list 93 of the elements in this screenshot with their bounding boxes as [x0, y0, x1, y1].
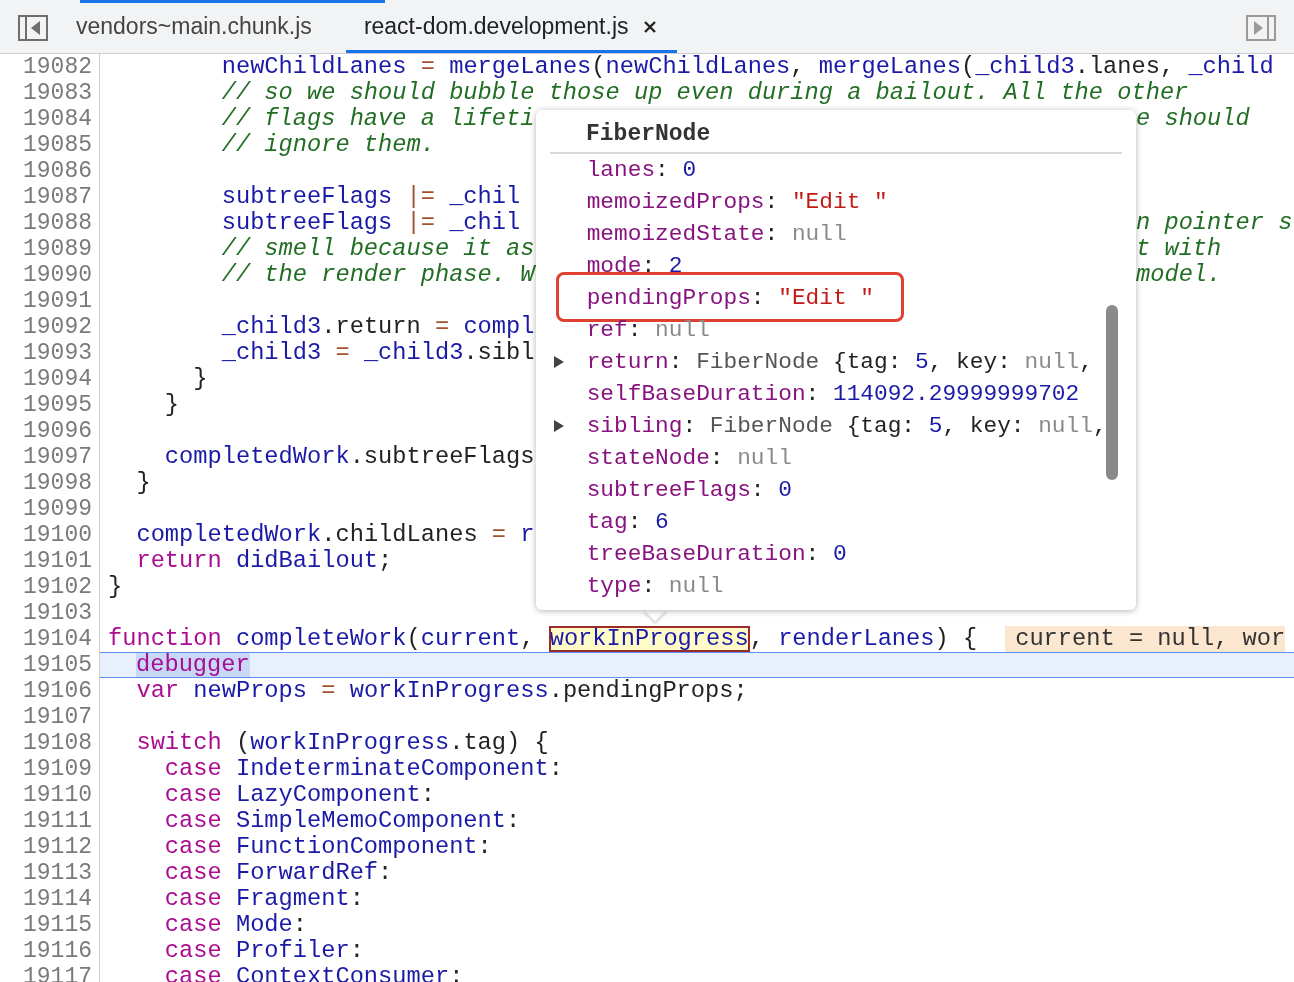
- property-text: selfBaseDuration: 114092.29999999702: [586, 381, 1080, 407]
- line-number: 19102: [0, 574, 100, 600]
- property-text: memoizedProps: "Edit ": [586, 189, 888, 215]
- property-text: memoizedState: null: [586, 221, 847, 247]
- property-text: tag: 6: [586, 509, 669, 535]
- line-number: 19097: [0, 444, 100, 470]
- code-text: function completeWork(current,: [108, 626, 536, 652]
- line-number: 19111: [0, 808, 100, 834]
- property-text: pendingProps: "Edit ": [586, 285, 874, 311]
- code-text: subtreeFlags |= _chil: [220, 210, 521, 236]
- code-text: t with: [1136, 236, 1222, 262]
- code-text: }: [135, 470, 151, 496]
- line-number: 19099: [0, 496, 100, 522]
- code-text: // smell because it as: [220, 236, 535, 262]
- line-number: 19112: [0, 834, 100, 860]
- line-number: 19109: [0, 756, 100, 782]
- file-tab[interactable]: vendors~main.chunk.js: [58, 3, 332, 53]
- code-text: newChildLanes = mergeLanes(newChildLanes, mergeLanes(_child3.lanes, _child: [220, 54, 1274, 80]
- code-text: var newProps = workInProgress.pendingProps;: [135, 678, 748, 704]
- code-text: completedWork.childLanes = r: [135, 522, 535, 548]
- line-number: 19116: [0, 938, 100, 964]
- code-text: _child3.return = compl: [220, 314, 535, 340]
- line-number: 19093: [0, 340, 100, 366]
- line-number: 19088: [0, 210, 100, 236]
- code-text: case FunctionComponent:: [163, 834, 492, 860]
- code-text: n pointer s: [1136, 210, 1293, 236]
- line-number: 19108: [0, 730, 100, 756]
- code-text: _child3 = _child3.sibl: [220, 340, 535, 366]
- line-number: 19089: [0, 236, 100, 262]
- line-number: 19110: [0, 782, 100, 808]
- line-number: 19086: [0, 158, 100, 184]
- line-number: 19115: [0, 912, 100, 938]
- code-text: model.: [1136, 262, 1222, 288]
- line-number: 19084: [0, 106, 100, 132]
- sidebar-toggle-icon[interactable]: [1246, 15, 1276, 41]
- scrollbar-thumb[interactable]: [1106, 305, 1118, 480]
- line-number: 19082: [0, 54, 100, 80]
- code-text: completedWork.subtreeFlags: [163, 444, 535, 470]
- code-text: // so we should bubble those up even during a bailout. All the other: [220, 80, 1189, 106]
- property-text: return: FiberNode {tag: 5, key: null,: [586, 349, 1093, 375]
- line-number: 19107: [0, 704, 100, 730]
- file-tab[interactable]: react-dom.development.js: [345, 3, 677, 53]
- code-text: // ignore them.: [220, 132, 435, 158]
- expand-triangle-icon[interactable]: [553, 355, 565, 369]
- line-number: 19090: [0, 262, 100, 288]
- code-text: case LazyComponent:: [163, 782, 435, 808]
- popover-title: FiberNode: [585, 120, 712, 149]
- code-text: // flags have a lifeti: [220, 106, 535, 132]
- line-number: 19100: [0, 522, 100, 548]
- property-text: lanes: 0: [586, 157, 697, 183]
- inline-value: current = null, wor: [1005, 626, 1286, 652]
- line-number: 19103: [0, 600, 100, 626]
- hovered-token[interactable]: workInProgress: [548, 626, 750, 652]
- line-number: 19113: [0, 860, 100, 886]
- property-text: type: null: [586, 573, 724, 599]
- code-text: case SimpleMemoComponent:: [163, 808, 521, 834]
- code-text: case Fragment:: [163, 886, 364, 912]
- line-number: 19101: [0, 548, 100, 574]
- line-number: 19098: [0, 470, 100, 496]
- code-text: }: [163, 392, 180, 418]
- line-number: 19085: [0, 132, 100, 158]
- line-number: 19114: [0, 886, 100, 912]
- line-number: 19095: [0, 392, 100, 418]
- property-text: mode: 2: [586, 253, 683, 279]
- sidebar-toggle-icon[interactable]: [18, 15, 48, 41]
- property-text: treeBaseDuration: 0: [586, 541, 847, 567]
- code-text: return didBailout;: [135, 548, 393, 574]
- code-text: case Profiler:: [163, 938, 364, 964]
- property-text: ref: null: [586, 317, 710, 343]
- code-text: case IndeterminateComponent:: [163, 756, 563, 782]
- property-text: stateNode: null: [586, 445, 792, 471]
- code-text: switch (workInProgress.tag) {: [135, 730, 549, 756]
- code-text: subtreeFlags |= _chil: [220, 184, 521, 210]
- line-number: 19106: [0, 678, 100, 704]
- close-icon[interactable]: [642, 19, 657, 34]
- line-number: 19092: [0, 314, 100, 340]
- property-text: subtreeFlags: 0: [586, 477, 792, 503]
- code-text: }: [108, 574, 123, 600]
- line-number: 19096: [0, 418, 100, 444]
- code-text: , renderLanes) {: [749, 626, 978, 652]
- paused-statement: debugger: [136, 653, 250, 677]
- code-text: }: [192, 366, 208, 392]
- line-number: 19091: [0, 288, 100, 314]
- code-text: case ForwardRef:: [163, 860, 393, 886]
- line-number: 19094: [0, 366, 100, 392]
- code-text: case Mode:: [163, 912, 307, 938]
- expand-triangle-icon[interactable]: [553, 419, 565, 433]
- line-number: 19083: [0, 80, 100, 106]
- code-text: e should: [1136, 106, 1250, 132]
- line-number: 19104: [0, 626, 100, 652]
- property-text: sibling: FiberNode {tag: 5, key: null,: [586, 413, 1107, 439]
- line-number: 19087: [0, 184, 100, 210]
- code-text: // the render phase. W: [220, 262, 535, 288]
